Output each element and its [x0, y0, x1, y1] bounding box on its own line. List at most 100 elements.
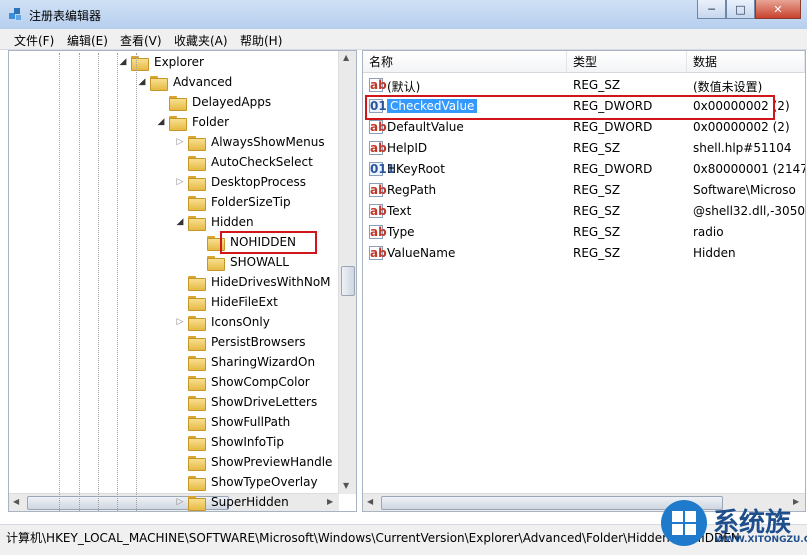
maximize-button[interactable]: □	[726, 0, 755, 19]
menu-file[interactable]: 文件(F)	[14, 32, 54, 49]
expanded-arrow-icon[interactable]: ◢	[156, 117, 166, 127]
value-type: REG_SZ	[573, 246, 621, 260]
value-name: Text	[387, 204, 412, 218]
tree-item[interactable]: SharingWizardOn	[175, 352, 315, 372]
tree-scroll-thumb[interactable]	[341, 266, 355, 296]
tree-item[interactable]: AutoCheckSelect	[175, 152, 313, 172]
tree-item-label: ShowPreviewHandle	[211, 455, 333, 469]
scroll-left-arrow-icon[interactable]: ◀	[367, 497, 373, 506]
tree-guide-line	[117, 53, 118, 511]
tree-item[interactable]: ◢ Explorer	[118, 52, 204, 72]
value-name: DefaultValue	[387, 120, 464, 134]
tree-item[interactable]: PersistBrowsers	[175, 332, 306, 352]
value-row[interactable]: ab DefaultValue REG_DWORD 0x00000002 (2)	[363, 117, 805, 138]
value-type: REG_SZ	[573, 225, 621, 239]
folder-icon	[150, 75, 168, 91]
value-type: REG_SZ	[573, 183, 621, 197]
tree-item-label: ShowDriveLetters	[211, 395, 318, 409]
tree-item-label: HideDrivesWithNoM	[211, 275, 331, 289]
value-type: REG_SZ	[573, 78, 621, 92]
tree-item-label: IconsOnly	[211, 315, 270, 329]
tree-item[interactable]: ◢ Hidden	[175, 212, 254, 232]
column-header-name[interactable]: 名称	[363, 51, 567, 73]
checkedvalue-annotation-box	[365, 95, 775, 120]
tree-item[interactable]: ▷ DesktopProcess	[175, 172, 306, 192]
folder-icon	[188, 175, 206, 191]
scroll-down-arrow-icon[interactable]: ▼	[343, 481, 349, 490]
expand-arrow-icon[interactable]: ▷	[175, 177, 185, 187]
minimize-button[interactable]: ─	[697, 0, 726, 19]
value-data: Software\Microso	[693, 183, 796, 197]
scroll-left-arrow-icon[interactable]: ◀	[13, 497, 19, 506]
folder-icon	[188, 135, 206, 151]
close-button[interactable]: ✕	[755, 0, 801, 19]
tree-item[interactable]: SHOWALL	[194, 252, 289, 272]
tree-item[interactable]: ShowTypeOverlay	[175, 472, 318, 492]
value-row[interactable]: ab Type REG_SZ radio	[363, 222, 805, 243]
tree-vertical-scrollbar[interactable]: ▲ ▼	[338, 51, 356, 494]
menu-view[interactable]: 查看(V)	[120, 32, 162, 49]
folder-icon	[188, 395, 206, 411]
scroll-right-arrow-icon[interactable]: ▶	[327, 497, 333, 506]
value-row[interactable]: ab HelpID REG_SZ shell.hlp#51104	[363, 138, 805, 159]
folder-icon	[188, 335, 206, 351]
tree-item[interactable]: HideDrivesWithNoM	[175, 272, 331, 292]
column-header-data[interactable]: 数据	[687, 51, 805, 73]
tree-item[interactable]: ShowCompColor	[175, 372, 310, 392]
tree-item[interactable]: ShowInfoTip	[175, 432, 284, 452]
tree-item[interactable]: ShowDriveLetters	[175, 392, 317, 412]
value-row[interactable]: ab ValueName REG_SZ Hidden	[363, 243, 805, 264]
value-data: shell.hlp#51104	[693, 141, 792, 155]
menu-help[interactable]: 帮助(H)	[240, 32, 282, 49]
folder-icon	[188, 275, 206, 291]
key-tree-pane[interactable]: ▲ ▼ ◀ ▶ ◢ Explorer ◢ Advanced DelayedApps ◢ Fo…	[8, 50, 357, 512]
value-name: (默认)	[387, 80, 421, 94]
folder-icon	[188, 295, 206, 311]
column-header-type[interactable]: 类型	[567, 51, 687, 73]
tree-item-label: PersistBrowsers	[211, 335, 306, 349]
watermark: 系统族 WWW.XITONGZU.COM	[657, 496, 807, 554]
tree-item[interactable]: ◢ Folder	[156, 112, 229, 132]
tree-item[interactable]: ShowFullPath	[175, 412, 290, 432]
tree-item-label: ShowTypeOverlay	[211, 475, 318, 489]
folder-icon	[131, 55, 149, 71]
tree-item-label: Folder	[192, 115, 230, 129]
value-type: REG_DWORD	[573, 120, 653, 134]
tree-item-label: ShowCompColor	[211, 375, 310, 389]
folder-icon	[188, 155, 206, 171]
scroll-up-arrow-icon[interactable]: ▲	[343, 53, 349, 62]
tree-item-label: Explorer	[154, 55, 204, 69]
tree-item[interactable]: ▷ AlwaysShowMenus	[175, 132, 325, 152]
tree-item[interactable]: FolderSizeTip	[175, 192, 291, 212]
tree-item-label: ShowInfoTip	[211, 435, 285, 449]
expanded-arrow-icon[interactable]: ◢	[175, 217, 185, 227]
value-row[interactable]: ab (默认) REG_SZ (数值未设置)	[363, 75, 805, 96]
folder-icon	[188, 435, 206, 451]
value-name: HelpID	[387, 141, 428, 155]
value-type: REG_SZ	[573, 141, 621, 155]
expanded-arrow-icon[interactable]: ◢	[137, 77, 147, 87]
value-type: REG_DWORD	[573, 162, 653, 176]
tree-guide-line	[59, 53, 60, 511]
folder-icon	[188, 195, 206, 211]
tree-item-label: SuperHidden	[211, 495, 289, 509]
expand-arrow-icon[interactable]: ▷	[175, 137, 185, 147]
expand-arrow-icon[interactable]: ▷	[175, 497, 185, 507]
tree-item[interactable]: ShowPreviewHandle	[175, 452, 332, 472]
watermark-url: WWW.XITONGZU.COM	[715, 535, 807, 545]
expand-arrow-icon[interactable]: ▷	[175, 317, 185, 327]
window-title: 注册表编辑器	[29, 9, 102, 23]
value-row[interactable]: ab Text REG_SZ @shell32.dll,-3050	[363, 201, 805, 222]
expanded-arrow-icon[interactable]: ◢	[118, 57, 128, 67]
tree-item[interactable]: DelayedApps	[156, 92, 271, 112]
menu-favorites[interactable]: 收藏夹(A)	[174, 32, 228, 49]
tree-item[interactable]: ◢ Advanced	[137, 72, 232, 92]
nohidden-annotation-box	[220, 231, 317, 254]
menu-edit[interactable]: 编辑(E)	[67, 32, 108, 49]
tree-item[interactable]: ▷ IconsOnly	[175, 312, 270, 332]
value-row[interactable]: 011 HKeyRoot REG_DWORD 0x80000001 (2147	[363, 159, 805, 180]
folder-icon	[188, 375, 206, 391]
tree-item[interactable]: HideFileExt	[175, 292, 278, 312]
tree-item[interactable]: ▷ SuperHidden	[175, 492, 289, 511]
value-row[interactable]: ab RegPath REG_SZ Software\Microso	[363, 180, 805, 201]
